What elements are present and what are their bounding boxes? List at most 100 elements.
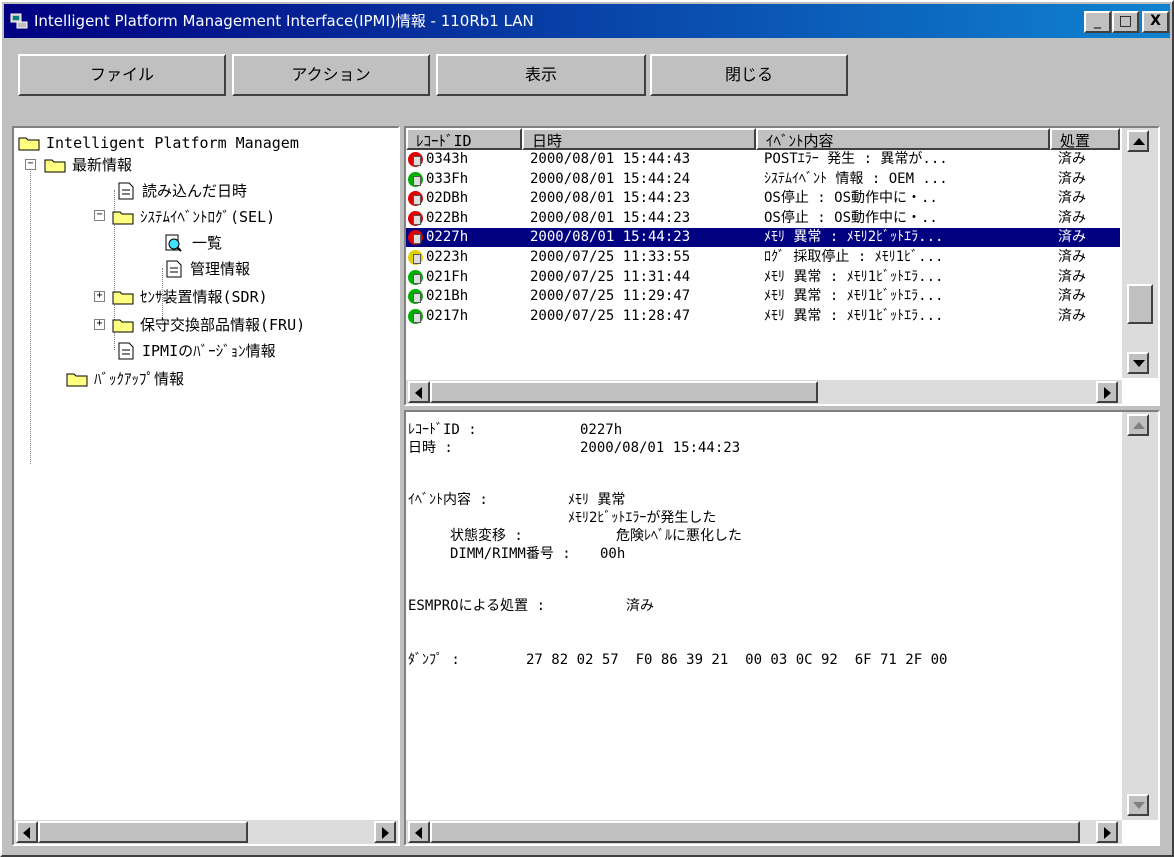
scroll-up-button[interactable] [1127,130,1149,152]
magnifier-icon [165,234,182,252]
table-row[interactable]: 021Bh 2000/07/25 11:29:47 ﾒﾓﾘ 異常 : ﾒﾓﾘ1ﾋﾞｯ… [406,287,1120,306]
column-header-record-id[interactable]: ﾚｺｰﾄﾞID [406,128,522,150]
detail-panel: ﾚｺｰﾄﾞID : 0227h 日時 : 2000/08/01 15:44:23… [404,410,1160,846]
cell-event: ﾒﾓﾘ 異常 : ﾒﾓﾘ1ﾋﾞｯﾄｴﾗ... [764,307,944,324]
cell-event: ﾛｸﾞ 採取停止 : ﾒﾓﾘ1ﾋﾞ... [764,249,944,265]
collapse-icon[interactable]: − [94,210,105,221]
scroll-thumb[interactable] [38,821,248,843]
cell-event: OS停止 : OS動作中に・.. [764,209,938,226]
folder-icon [66,373,88,387]
tree-item-label: ﾊﾞｯｸｱｯﾌﾟ情報 [94,370,185,388]
arrow-up-icon [1133,422,1145,429]
event-list-hscrollbar[interactable] [406,380,1122,404]
cell-datetime: 2000/07/25 11:29:47 [530,288,691,305]
cell-datetime: 2000/08/01 15:44:23 [530,209,691,226]
table-row[interactable]: 0227h 2000/08/01 15:44:23 ﾒﾓﾘ 異常 : ﾒﾓﾘ2ﾋﾞｯ… [406,228,1120,248]
status-icon [408,191,423,207]
menu-close-button[interactable]: 閉じる [650,54,848,96]
tree-hscrollbar[interactable] [14,820,398,844]
scroll-down-button[interactable] [1127,352,1149,374]
cell-record-id: 033Fh [426,170,469,187]
detail-event-line2: ﾒﾓﾘ2ﾋﾞｯﾄｴﾗｰが発生した [568,510,717,526]
cell-record-id: 021Bh [426,288,469,305]
scroll-right-button[interactable] [1096,381,1118,403]
detail-hscrollbar[interactable] [406,820,1122,844]
folder-icon [18,137,40,151]
close-button[interactable]: X [1142,11,1169,33]
event-list-panel: ﾚｺｰﾄﾞID 日時 ｲﾍﾞﾝﾄ内容 処置 0343h 2000/08/01 15… [404,126,1160,406]
detail-vscrollbar[interactable] [1122,412,1158,820]
detail-state-label: 状態変移 : [450,528,523,544]
scroll-right-button[interactable] [374,821,396,843]
menu-action-button[interactable]: アクション [232,54,430,96]
tree-item-label: 読み込んだ日時 [142,182,248,200]
tree-item-label: 一覧 [192,234,223,252]
scroll-up-button[interactable] [1127,414,1149,436]
cell-datetime: 2000/08/01 15:44:24 [530,170,691,187]
table-row[interactable]: 02DBh 2000/08/01 15:44:23 OS停止 : OS動作中に・..… [406,189,1120,208]
table-row[interactable]: 021Fh 2000/07/25 11:31:44 ﾒﾓﾘ 異常 : ﾒﾓﾘ1ﾋﾞｯ… [406,268,1120,287]
column-header-action[interactable]: 処置 [1050,128,1120,150]
ipmi-window: Intelligent Platform Management Interfac… [0,0,1174,857]
table-row[interactable]: 033Fh 2000/08/01 15:44:24 ｼｽﾃﾑｲﾍﾞﾝﾄ 情報 : O… [406,170,1120,189]
table-row[interactable]: 0217h 2000/07/25 11:28:47 ﾒﾓﾘ 異常 : ﾒﾓﾘ1ﾋﾞｯ… [406,307,1120,326]
cell-record-id: 0223h [426,249,469,265]
scroll-down-button[interactable] [1127,794,1149,816]
title-bar[interactable]: Intelligent Platform Management Interfac… [4,4,1170,38]
maximize-button[interactable]: □ [1112,11,1139,33]
arrow-up-icon [1133,138,1145,145]
tree-line [30,164,31,464]
table-row[interactable]: 0343h 2000/08/01 15:44:43 POSTｴﾗｰ 発生 : 異常が… [406,150,1120,169]
status-icon [408,152,423,167]
cell-action: 済み [1058,307,1086,324]
cell-datetime: 2000/08/01 15:44:23 [530,190,691,207]
detail-event-label: ｲﾍﾞﾝﾄ内容 : [408,492,488,508]
cell-action: 済み [1058,209,1086,226]
cell-event: OS停止 : OS動作中に・.. [764,190,938,207]
collapse-icon[interactable]: − [25,159,36,170]
arrow-left-icon [23,827,30,839]
cell-action: 済み [1058,268,1086,285]
tree-item-label: ｼｽﾃﾑｲﾍﾞﾝﾄﾛｸﾞ(SEL) [140,208,276,226]
tree-item-label: 管理情報 [190,260,251,278]
document-icon [118,342,134,360]
detail-record-value: 0227h [580,422,623,438]
scroll-thumb[interactable] [430,821,1080,843]
cell-record-id: 022Bh [426,209,469,226]
tree-item-label: 最新情報 [72,156,133,174]
cell-datetime: 2000/07/25 11:28:47 [530,307,691,324]
detail-state-value: 危険ﾚﾍﾞﾙに悪化した [616,528,742,544]
folder-icon [112,291,134,305]
table-row[interactable]: 022Bh 2000/08/01 15:44:23 OS停止 : OS動作中に・..… [406,209,1120,228]
column-header-datetime[interactable]: 日時 [522,128,756,150]
scroll-left-button[interactable] [16,821,38,843]
minimize-button[interactable]: _ [1084,11,1111,33]
expand-icon[interactable]: + [94,291,105,302]
app-icon [10,13,28,29]
document-icon [118,182,134,200]
cell-record-id: 0217h [426,307,469,324]
folder-icon [112,211,134,225]
detail-dimm-value: 00h [600,546,626,562]
cell-record-id: 02DBh [426,190,469,207]
menu-view-button[interactable]: 表示 [436,54,646,96]
event-list-vscrollbar[interactable] [1122,128,1158,378]
folder-icon [44,159,66,173]
cell-record-id: 021Fh [426,268,469,285]
column-header-event[interactable]: ｲﾍﾞﾝﾄ内容 [756,128,1050,150]
maximize-icon: □ [1118,13,1133,29]
scroll-left-button[interactable] [408,381,430,403]
scroll-left-button[interactable] [408,821,430,843]
menu-file-button[interactable]: ファイル [18,54,226,96]
scroll-thumb[interactable] [1127,284,1153,324]
cell-action: 済み [1058,170,1086,187]
scroll-right-button[interactable] [1096,821,1118,843]
arrow-right-icon [1104,387,1111,399]
scroll-thumb[interactable] [430,381,818,403]
cell-datetime: 2000/07/25 11:33:55 [530,249,691,265]
expand-icon[interactable]: + [94,319,105,330]
detail-esmpro-label: ESMPROによる処置 : [408,598,546,614]
table-row[interactable]: 0223h 2000/07/25 11:33:55 ﾛｸﾞ 採取停止 : ﾒﾓﾘ1ﾋ… [406,248,1120,267]
status-icon [408,210,423,226]
document-icon [166,260,182,278]
